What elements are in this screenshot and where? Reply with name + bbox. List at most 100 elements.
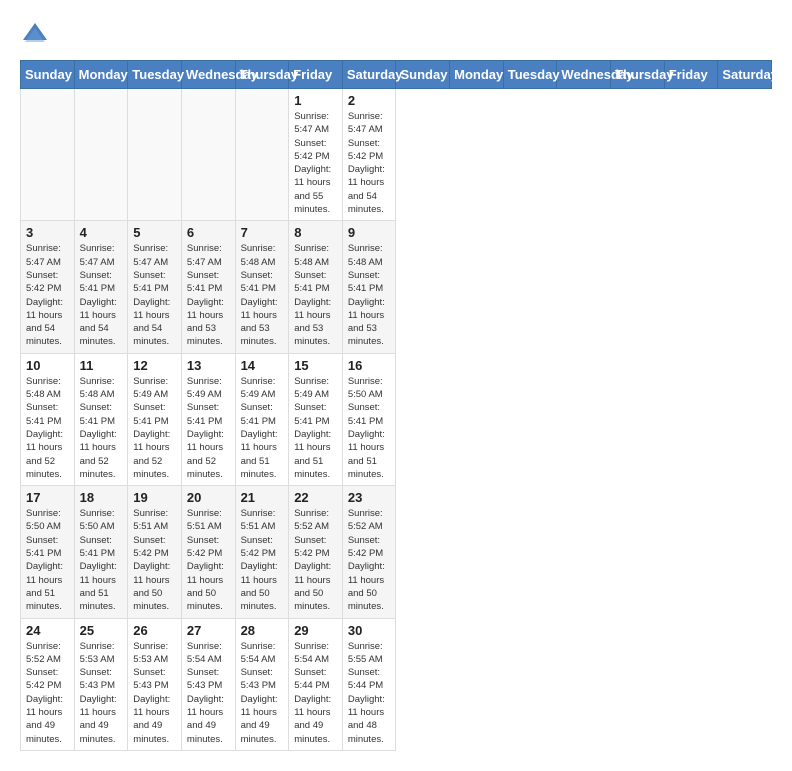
- header-monday: Monday: [74, 61, 128, 89]
- day-number: 1: [294, 93, 337, 108]
- calendar-cell: 15 Sunrise: 5:49 AM Sunset: 5:41 PM Dayli…: [289, 353, 343, 485]
- calendar-cell: 18 Sunrise: 5:50 AM Sunset: 5:41 PM Dayli…: [74, 486, 128, 618]
- day-number: 22: [294, 490, 337, 505]
- day-info: Sunrise: 5:47 AM Sunset: 5:41 PM Dayligh…: [187, 242, 230, 348]
- day-info: Sunrise: 5:50 AM Sunset: 5:41 PM Dayligh…: [348, 375, 391, 481]
- col-header-wednesday: Wednesday: [557, 61, 611, 89]
- day-info: Sunrise: 5:50 AM Sunset: 5:41 PM Dayligh…: [26, 507, 69, 613]
- calendar-week-2: 3 Sunrise: 5:47 AM Sunset: 5:42 PM Daylig…: [21, 221, 772, 353]
- day-number: 28: [241, 623, 284, 638]
- day-info: Sunrise: 5:50 AM Sunset: 5:41 PM Dayligh…: [80, 507, 123, 613]
- calendar-week-1: 1 Sunrise: 5:47 AM Sunset: 5:42 PM Daylig…: [21, 89, 772, 221]
- day-info: Sunrise: 5:52 AM Sunset: 5:42 PM Dayligh…: [26, 640, 69, 746]
- day-number: 13: [187, 358, 230, 373]
- day-info: Sunrise: 5:55 AM Sunset: 5:44 PM Dayligh…: [348, 640, 391, 746]
- day-info: Sunrise: 5:48 AM Sunset: 5:41 PM Dayligh…: [348, 242, 391, 348]
- calendar-cell: 11Sunrise: 5:48 AM Sunset: 5:41 PM Dayli…: [74, 353, 128, 485]
- day-info: Sunrise: 5:47 AM Sunset: 5:42 PM Dayligh…: [26, 242, 69, 348]
- day-number: 3: [26, 225, 69, 240]
- day-info: Sunrise: 5:49 AM Sunset: 5:41 PM Dayligh…: [294, 375, 337, 481]
- calendar-table: SundayMondayTuesdayWednesdayThursdayFrid…: [20, 60, 772, 751]
- calendar-cell: 29Sunrise: 5:54 AM Sunset: 5:44 PM Dayli…: [289, 618, 343, 750]
- day-number: 15: [294, 358, 337, 373]
- day-info: Sunrise: 5:49 AM Sunset: 5:41 PM Dayligh…: [187, 375, 230, 481]
- day-info: Sunrise: 5:51 AM Sunset: 5:42 PM Dayligh…: [241, 507, 284, 613]
- calendar-cell: 12Sunrise: 5:49 AM Sunset: 5:41 PM Dayli…: [128, 353, 182, 485]
- calendar-cell: 21 Sunrise: 5:51 AM Sunset: 5:42 PM Dayli…: [235, 486, 289, 618]
- calendar-cell: [128, 89, 182, 221]
- calendar-cell: 13 Sunrise: 5:49 AM Sunset: 5:41 PM Dayli…: [181, 353, 235, 485]
- calendar-cell: 30Sunrise: 5:55 AM Sunset: 5:44 PM Dayli…: [342, 618, 396, 750]
- header-friday: Friday: [289, 61, 343, 89]
- day-info: Sunrise: 5:52 AM Sunset: 5:42 PM Dayligh…: [294, 507, 337, 613]
- calendar-cell: 19 Sunrise: 5:51 AM Sunset: 5:42 PM Dayli…: [128, 486, 182, 618]
- header-thursday: Thursday: [235, 61, 289, 89]
- day-number: 7: [241, 225, 284, 240]
- day-number: 25: [80, 623, 123, 638]
- calendar-cell: 16 Sunrise: 5:50 AM Sunset: 5:41 PM Dayli…: [342, 353, 396, 485]
- col-header-monday: Monday: [450, 61, 504, 89]
- day-number: 19: [133, 490, 176, 505]
- day-number: 23: [348, 490, 391, 505]
- logo-icon: [20, 20, 50, 50]
- day-info: Sunrise: 5:53 AM Sunset: 5:43 PM Dayligh…: [80, 640, 123, 746]
- calendar-cell: 20 Sunrise: 5:51 AM Sunset: 5:42 PM Dayli…: [181, 486, 235, 618]
- calendar-cell: 28 Sunrise: 5:54 AM Sunset: 5:43 PM Dayli…: [235, 618, 289, 750]
- day-info: Sunrise: 5:53 AM Sunset: 5:43 PM Dayligh…: [133, 640, 176, 746]
- day-number: 24: [26, 623, 69, 638]
- calendar-cell: 3 Sunrise: 5:47 AM Sunset: 5:42 PM Daylig…: [21, 221, 75, 353]
- day-number: 11: [80, 358, 123, 373]
- day-number: 6: [187, 225, 230, 240]
- header-saturday: Saturday: [342, 61, 396, 89]
- day-number: 20: [187, 490, 230, 505]
- day-number: 4: [80, 225, 123, 240]
- calendar-cell: [21, 89, 75, 221]
- calendar-cell: 1 Sunrise: 5:47 AM Sunset: 5:42 PM Daylig…: [289, 89, 343, 221]
- day-info: Sunrise: 5:47 AM Sunset: 5:41 PM Dayligh…: [133, 242, 176, 348]
- day-info: Sunrise: 5:47 AM Sunset: 5:42 PM Dayligh…: [348, 110, 391, 216]
- day-info: Sunrise: 5:48 AM Sunset: 5:41 PM Dayligh…: [294, 242, 337, 348]
- calendar-cell: [235, 89, 289, 221]
- day-number: 2: [348, 93, 391, 108]
- day-number: 18: [80, 490, 123, 505]
- day-info: Sunrise: 5:54 AM Sunset: 5:43 PM Dayligh…: [187, 640, 230, 746]
- header-wednesday: Wednesday: [181, 61, 235, 89]
- day-info: Sunrise: 5:48 AM Sunset: 5:41 PM Dayligh…: [26, 375, 69, 481]
- day-info: Sunrise: 5:54 AM Sunset: 5:43 PM Dayligh…: [241, 640, 284, 746]
- calendar-cell: 7 Sunrise: 5:48 AM Sunset: 5:41 PM Daylig…: [235, 221, 289, 353]
- calendar-cell: [181, 89, 235, 221]
- day-info: Sunrise: 5:47 AM Sunset: 5:42 PM Dayligh…: [294, 110, 337, 216]
- logo: [20, 20, 54, 50]
- calendar-cell: 22 Sunrise: 5:52 AM Sunset: 5:42 PM Dayli…: [289, 486, 343, 618]
- calendar-cell: [74, 89, 128, 221]
- day-number: 5: [133, 225, 176, 240]
- page-header: [20, 20, 772, 50]
- day-info: Sunrise: 5:51 AM Sunset: 5:42 PM Dayligh…: [133, 507, 176, 613]
- day-number: 17: [26, 490, 69, 505]
- col-header-thursday: Thursday: [611, 61, 665, 89]
- calendar-cell: 23Sunrise: 5:52 AM Sunset: 5:42 PM Dayli…: [342, 486, 396, 618]
- calendar-cell: 2 Sunrise: 5:47 AM Sunset: 5:42 PM Daylig…: [342, 89, 396, 221]
- day-info: Sunrise: 5:48 AM Sunset: 5:41 PM Dayligh…: [241, 242, 284, 348]
- day-number: 14: [241, 358, 284, 373]
- calendar-cell: 10Sunrise: 5:48 AM Sunset: 5:41 PM Dayli…: [21, 353, 75, 485]
- day-number: 27: [187, 623, 230, 638]
- day-info: Sunrise: 5:49 AM Sunset: 5:41 PM Dayligh…: [241, 375, 284, 481]
- calendar-week-5: 24 Sunrise: 5:52 AM Sunset: 5:42 PM Dayli…: [21, 618, 772, 750]
- calendar-cell: 26Sunrise: 5:53 AM Sunset: 5:43 PM Dayli…: [128, 618, 182, 750]
- calendar-cell: 27 Sunrise: 5:54 AM Sunset: 5:43 PM Dayli…: [181, 618, 235, 750]
- calendar-week-4: 17 Sunrise: 5:50 AM Sunset: 5:41 PM Dayli…: [21, 486, 772, 618]
- day-number: 29: [294, 623, 337, 638]
- calendar-cell: 6 Sunrise: 5:47 AM Sunset: 5:41 PM Daylig…: [181, 221, 235, 353]
- calendar-cell: 25 Sunrise: 5:53 AM Sunset: 5:43 PM Dayli…: [74, 618, 128, 750]
- day-info: Sunrise: 5:47 AM Sunset: 5:41 PM Dayligh…: [80, 242, 123, 348]
- day-number: 8: [294, 225, 337, 240]
- col-header-saturday: Saturday: [718, 61, 772, 89]
- calendar-cell: 5 Sunrise: 5:47 AM Sunset: 5:41 PM Daylig…: [128, 221, 182, 353]
- day-number: 21: [241, 490, 284, 505]
- col-header-friday: Friday: [664, 61, 718, 89]
- calendar-week-3: 10Sunrise: 5:48 AM Sunset: 5:41 PM Dayli…: [21, 353, 772, 485]
- day-info: Sunrise: 5:51 AM Sunset: 5:42 PM Dayligh…: [187, 507, 230, 613]
- day-number: 16: [348, 358, 391, 373]
- header-sunday: Sunday: [21, 61, 75, 89]
